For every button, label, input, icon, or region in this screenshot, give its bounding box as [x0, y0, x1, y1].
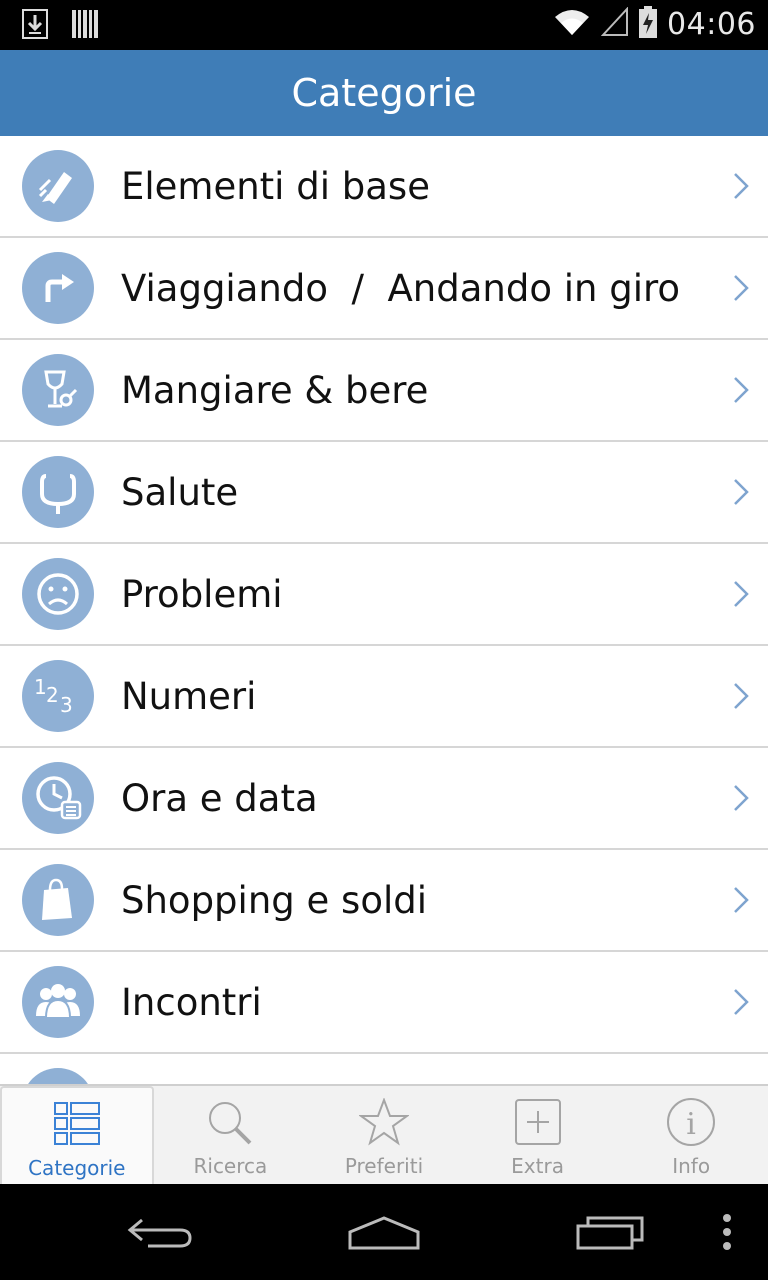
- tab-label: Ricerca: [193, 1154, 268, 1178]
- category-row-numeri[interactable]: 1 2 3 Numeri: [0, 646, 768, 748]
- tab-ricerca[interactable]: Ricerca: [154, 1086, 308, 1184]
- recent-apps-button[interactable]: [570, 1206, 650, 1258]
- category-list: Elementi di base Viaggiando / Andando in…: [0, 136, 768, 1084]
- tab-categorie[interactable]: Categorie: [0, 1086, 154, 1184]
- chevron-right-icon: [734, 581, 749, 607]
- tab-extra[interactable]: Extra: [461, 1086, 615, 1184]
- category-row-mangiare-bere[interactable]: Mangiare & bere: [0, 340, 768, 442]
- shopping-bag-icon: [22, 864, 94, 936]
- chevron-right-icon: [734, 785, 749, 811]
- category-label: Viaggiando / Andando in giro: [121, 266, 681, 310]
- chevron-right-icon: [734, 377, 749, 403]
- svg-text:i: i: [686, 1107, 696, 1142]
- tab-label: Info: [672, 1154, 711, 1178]
- category-row-problemi[interactable]: Problemi: [0, 544, 768, 646]
- category-row-viaggiando[interactable]: Viaggiando / Andando in giro: [0, 238, 768, 340]
- battery-charging-icon: [639, 6, 658, 43]
- category-row-shopping[interactable]: Shopping e soldi: [0, 850, 768, 952]
- header-bar: Categorie: [0, 50, 768, 136]
- category-label: Salute: [121, 470, 239, 514]
- home-icon: [348, 1216, 420, 1250]
- svg-text:2: 2: [46, 683, 59, 707]
- home-button[interactable]: [340, 1206, 428, 1258]
- recent-apps-icon: [576, 1216, 644, 1250]
- partial-category-icon: [22, 1068, 94, 1084]
- category-label: Incontri: [121, 980, 262, 1024]
- category-label: Elementi di base: [121, 164, 430, 208]
- back-button[interactable]: [120, 1206, 200, 1258]
- category-label: Numeri: [121, 674, 257, 718]
- chevron-right-icon: [734, 683, 749, 709]
- download-icon: [22, 9, 48, 44]
- categories-list-icon: [51, 1098, 103, 1150]
- turn-right-arrow-icon: [22, 252, 94, 324]
- tab-preferiti[interactable]: Preferiti: [307, 1086, 461, 1184]
- clock-calendar-icon: [22, 762, 94, 834]
- category-row-incontri[interactable]: Incontri: [0, 952, 768, 1054]
- plus-box-icon: [512, 1096, 564, 1148]
- overflow-menu-button[interactable]: [712, 1206, 742, 1258]
- sad-face-icon: [22, 558, 94, 630]
- search-icon: [204, 1096, 256, 1148]
- category-row-elementi-di-base[interactable]: Elementi di base: [0, 136, 768, 238]
- glass-and-fork-icon: [22, 354, 94, 426]
- barcode-icon: [72, 9, 98, 44]
- pencil-icon: [22, 150, 94, 222]
- info-icon: i: [665, 1096, 717, 1148]
- chevron-right-icon: [734, 989, 749, 1015]
- chevron-right-icon: [734, 479, 749, 505]
- tab-label: Extra: [511, 1154, 564, 1178]
- category-label: Shopping e soldi: [121, 878, 428, 922]
- back-icon: [127, 1218, 192, 1248]
- clock-time: 04:06: [667, 7, 756, 42]
- page-title: Categorie: [291, 71, 477, 115]
- category-label: Ora e data: [121, 776, 318, 820]
- category-label: Problemi: [121, 572, 283, 616]
- chevron-right-icon: [734, 173, 749, 199]
- stethoscope-icon: [22, 456, 94, 528]
- wifi-icon: [553, 7, 591, 42]
- chevron-right-icon: [734, 275, 749, 301]
- people-icon: [22, 966, 94, 1038]
- overflow-menu-icon: [723, 1214, 731, 1250]
- category-label: Mangiare & bere: [121, 368, 429, 412]
- category-row-partial[interactable]: [0, 1054, 768, 1084]
- chevron-right-icon: [734, 887, 749, 913]
- numbers-icon: 1 2 3: [22, 660, 94, 732]
- system-nav-bar: [0, 1184, 768, 1280]
- tab-bar: Categorie Ricerca Preferiti Extra i Info: [0, 1084, 768, 1184]
- category-row-salute[interactable]: Salute: [0, 442, 768, 544]
- category-row-ora-e-data[interactable]: Ora e data: [0, 748, 768, 850]
- tab-label: Preferiti: [344, 1154, 424, 1178]
- svg-text:3: 3: [60, 693, 73, 717]
- tab-label: Categorie: [28, 1156, 126, 1180]
- signal-icon: [600, 6, 629, 42]
- svg-text:1: 1: [34, 675, 47, 699]
- star-icon: [358, 1096, 410, 1148]
- tab-info[interactable]: i Info: [614, 1086, 768, 1184]
- status-bar: 04:06: [0, 0, 768, 50]
